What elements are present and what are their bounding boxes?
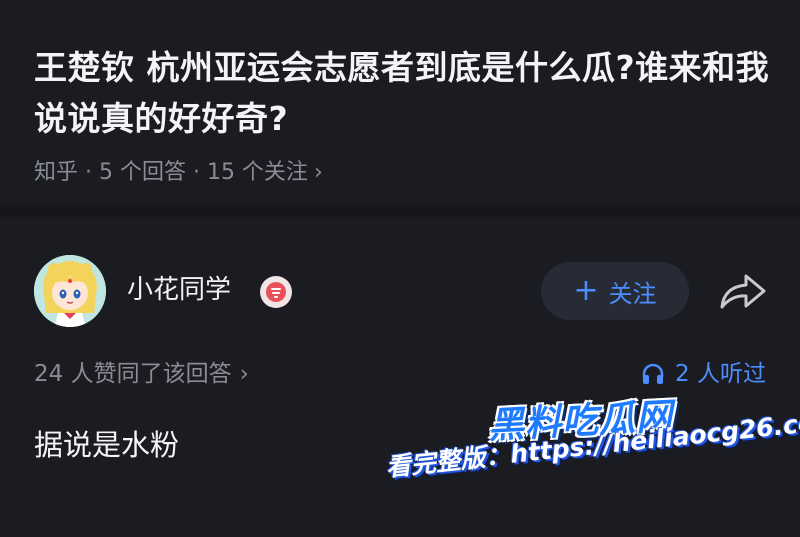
question-meta[interactable]: 知乎 · 5 个回答 · 15 个关注 › [34,158,323,188]
follow-label: 关注 [608,279,657,308]
likes-text: 24 人赞同了该回答 [34,361,232,387]
listened-text: 2 人听过 [675,361,766,387]
plus-icon: + [573,273,599,308]
chevron-right-icon: › [239,361,249,387]
likes-count[interactable]: 24 人赞同了该回答 › [34,358,249,390]
chevron-right-icon: › [313,160,323,185]
share-button[interactable] [716,271,770,313]
question-meta-text: 知乎 · 5 个回答 · 15 个关注 [34,160,308,185]
section-divider [0,205,800,217]
avatar[interactable] [34,255,106,327]
cartoon-girl-avatar-icon [34,255,106,327]
question-title[interactable]: 王楚钦 杭州亚运会志愿者到底是什么瓜?谁来和我说说真的好好奇? [34,42,774,144]
share-arrow-icon [720,274,766,309]
headphones-icon [642,363,664,384]
creator-badge-icon[interactable] [260,276,292,308]
listened-count[interactable]: 2 人听过 [641,358,766,390]
author-name[interactable]: 小花同学 [127,272,231,308]
follow-button[interactable]: + 关注 [541,262,689,320]
answer-page: 王楚钦 杭州亚运会志愿者到底是什么瓜?谁来和我说说真的好好奇? 知乎 · 5 个… [0,0,800,537]
answer-body[interactable]: 据说是水粉 [34,425,179,465]
